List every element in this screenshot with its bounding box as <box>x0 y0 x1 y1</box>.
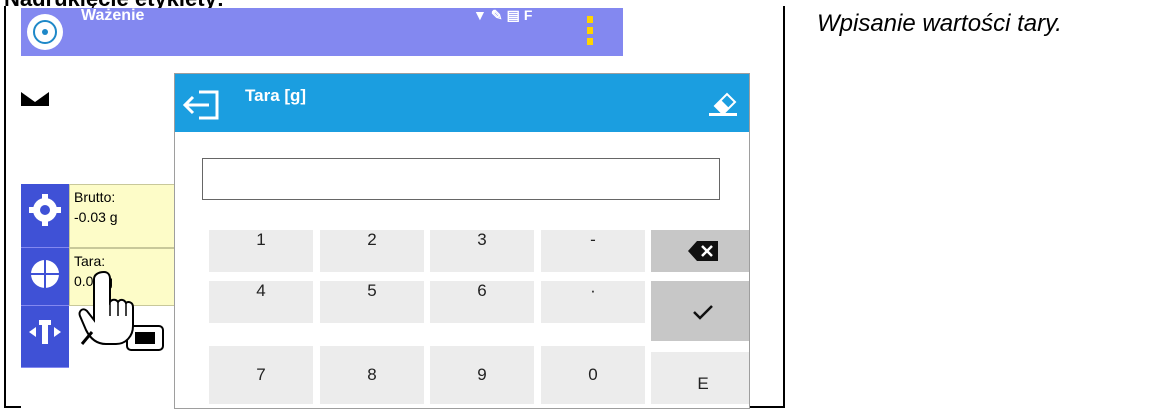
key-8[interactable]: 8 <box>320 346 424 404</box>
backspace-icon <box>688 241 718 261</box>
kebab-menu-icon[interactable] <box>587 16 593 48</box>
key-2[interactable]: 2 <box>320 230 424 272</box>
key-dot[interactable]: · <box>541 281 645 323</box>
dialog-title: Tara [g] <box>245 86 307 105</box>
key-1[interactable]: 1 <box>209 230 313 272</box>
key-6[interactable]: 6 <box>430 281 534 323</box>
confirm-button[interactable] <box>651 281 749 341</box>
backspace-button[interactable] <box>651 230 749 272</box>
key-5[interactable]: 5 <box>320 281 424 323</box>
key-4[interactable]: 4 <box>209 281 313 323</box>
key-7[interactable]: 7 <box>209 346 313 404</box>
tare-icon <box>31 260 59 288</box>
tare-side-button[interactable] <box>21 248 69 306</box>
wifi-icon: ▼ <box>473 8 491 23</box>
status-icons: ▼✎▤F <box>473 8 536 24</box>
status-f: F <box>523 8 537 23</box>
key-3[interactable]: 3 <box>430 230 534 272</box>
gear-icon <box>29 194 61 226</box>
check-icon <box>693 305 713 320</box>
dialog-header: Tara [g] <box>175 74 749 132</box>
tare-input[interactable] <box>202 158 720 200</box>
stability-icon <box>21 92 49 109</box>
settings-button[interactable] <box>21 184 69 248</box>
usb-icon: ✎ <box>490 8 507 23</box>
tare-transfer-button[interactable] <box>21 306 69 368</box>
key-minus[interactable]: - <box>541 230 645 272</box>
exit-icon[interactable] <box>181 86 225 127</box>
key-0[interactable]: 0 <box>541 346 645 404</box>
key-exp[interactable]: E <box>651 352 749 404</box>
transfer-icon <box>29 320 61 344</box>
step-caption: Wpisanie wartości tary. <box>817 10 1062 37</box>
top-bar: Ważenie ▼✎▤F <box>21 8 623 56</box>
printer-icon: ▤ <box>506 8 524 23</box>
eraser-icon[interactable] <box>709 90 737 121</box>
scale-icon[interactable] <box>27 14 63 50</box>
key-9[interactable]: 9 <box>430 346 534 404</box>
app-title: Ważenie <box>81 8 145 24</box>
tare-dialog: Tara [g] 1 2 3 - 4 5 6 · 7 8 9 0 E <box>174 73 750 409</box>
finger-pointer-icon <box>78 268 138 351</box>
